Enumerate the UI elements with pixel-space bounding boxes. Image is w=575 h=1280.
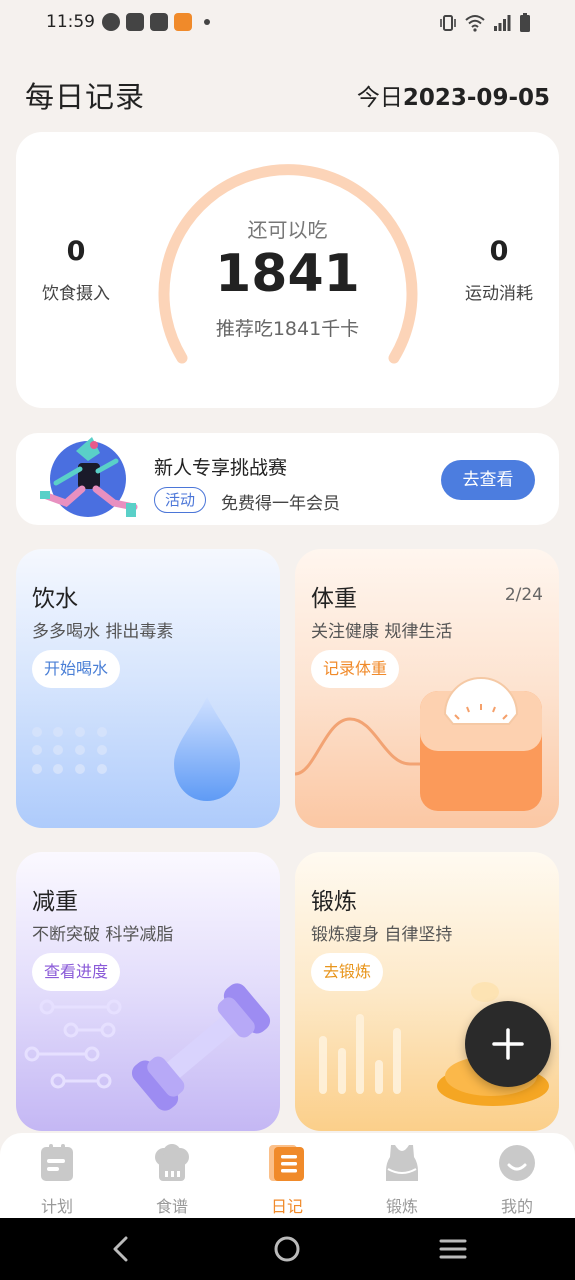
recent-apps-icon[interactable] <box>436 1232 470 1266</box>
vibrate-icon <box>440 15 456 31</box>
bottom-tab-bar: 计划 食谱 日记 锻炼 我的 <box>0 1133 575 1218</box>
diary-icon <box>269 1145 304 1181</box>
tab-mine-label: 我的 <box>500 1197 533 1216</box>
app-notification-icon <box>174 13 192 31</box>
calorie-summary-card[interactable]: 0 饮食摄入 还可以吃 1841 推荐吃1841千卡 0 运动消耗 <box>16 132 559 408</box>
smile-face-icon <box>499 1145 535 1181</box>
tab-diary-label: 日记 <box>270 1197 303 1216</box>
more-notifications-dot <box>204 19 210 25</box>
exercise-subtitle: 锻炼瘦身 自律坚持 <box>311 925 453 945</box>
status-bar: 11:59 <box>0 0 575 48</box>
challenge-banner[interactable]: 新人专享挑战赛 活动 免费得一年会员 去查看 <box>16 433 559 525</box>
challenge-title: 新人专享挑战赛 <box>154 457 288 479</box>
view-progress-button[interactable]: 查看进度 <box>32 953 121 991</box>
plus-icon <box>492 1028 524 1060</box>
tab-recipes-label: 食谱 <box>155 1197 188 1216</box>
today-prefix: 今日 <box>356 85 403 111</box>
weight-title: 体重 <box>311 586 357 612</box>
running-figure-illustration <box>40 437 138 517</box>
system-icons <box>439 13 531 33</box>
lose-weight-card[interactable]: 减重 不断突破 科学减脂 查看进度 <box>16 852 280 1131</box>
tank-top-icon <box>386 1145 418 1181</box>
back-icon[interactable] <box>104 1232 138 1266</box>
notification-icons <box>102 13 210 31</box>
wifi-icon <box>465 15 485 32</box>
lose-weight-subtitle: 不断突破 科学减脂 <box>32 925 174 945</box>
recommended-calories: 推荐吃1841千卡 <box>215 318 360 340</box>
plan-icon <box>41 1144 73 1181</box>
burn-stat[interactable]: 0 运动消耗 <box>439 236 559 304</box>
battery-icon <box>520 13 530 32</box>
tab-plan[interactable]: 计划 <box>17 1143 97 1217</box>
tab-diary[interactable]: 日记 <box>247 1143 327 1217</box>
weight-subtitle: 关注健康 规律生活 <box>311 622 453 642</box>
weight-count: 2/24 <box>504 585 543 605</box>
shopping-bag-icon <box>150 13 168 31</box>
lose-weight-title: 减重 <box>32 889 78 915</box>
exercise-card[interactable]: 锻炼 锻炼瘦身 自律坚持 去锻炼 <box>295 852 559 1131</box>
challenge-description: 免费得一年会员 <box>221 494 340 514</box>
burn-value: 0 <box>489 236 509 267</box>
tab-recipes[interactable]: 食谱 <box>132 1143 212 1217</box>
speed-icon <box>102 13 120 31</box>
exercise-title: 锻炼 <box>311 889 357 915</box>
water-title: 饮水 <box>32 586 78 612</box>
water-subtitle: 多多喝水 排出毒素 <box>32 622 174 642</box>
home-icon[interactable] <box>270 1232 304 1266</box>
tab-exercise[interactable]: 锻炼 <box>362 1143 442 1217</box>
burn-label: 运动消耗 <box>465 284 533 304</box>
record-weight-button[interactable]: 记录体重 <box>311 650 400 688</box>
status-time: 11:59 <box>46 12 95 32</box>
page-title: 每日记录 <box>25 80 146 114</box>
add-record-button[interactable] <box>465 1001 551 1087</box>
tab-plan-label: 计划 <box>40 1197 73 1216</box>
tab-exercise-label: 锻炼 <box>385 1197 418 1216</box>
date-value: 2023-09-05 <box>402 85 550 111</box>
water-card[interactable]: 饮水 多多喝水 排出毒素 开始喝水 <box>16 549 280 828</box>
signal-icon <box>494 15 511 31</box>
system-navigation-bar <box>0 1218 575 1280</box>
go-exercise-button[interactable]: 去锻炼 <box>311 953 384 991</box>
view-challenge-button[interactable]: 去查看 <box>441 460 535 500</box>
weight-card[interactable]: 体重 2/24 关注健康 规律生活 记录体重 <box>295 549 559 828</box>
start-drinking-button[interactable]: 开始喝水 <box>32 650 121 688</box>
chef-hat-icon <box>155 1144 189 1181</box>
activity-tag: 活动 <box>154 487 207 513</box>
tab-mine[interactable]: 我的 <box>477 1143 557 1217</box>
shopping-bag-icon <box>126 13 144 31</box>
today-date[interactable]: 今日2023-09-05 <box>357 78 550 112</box>
